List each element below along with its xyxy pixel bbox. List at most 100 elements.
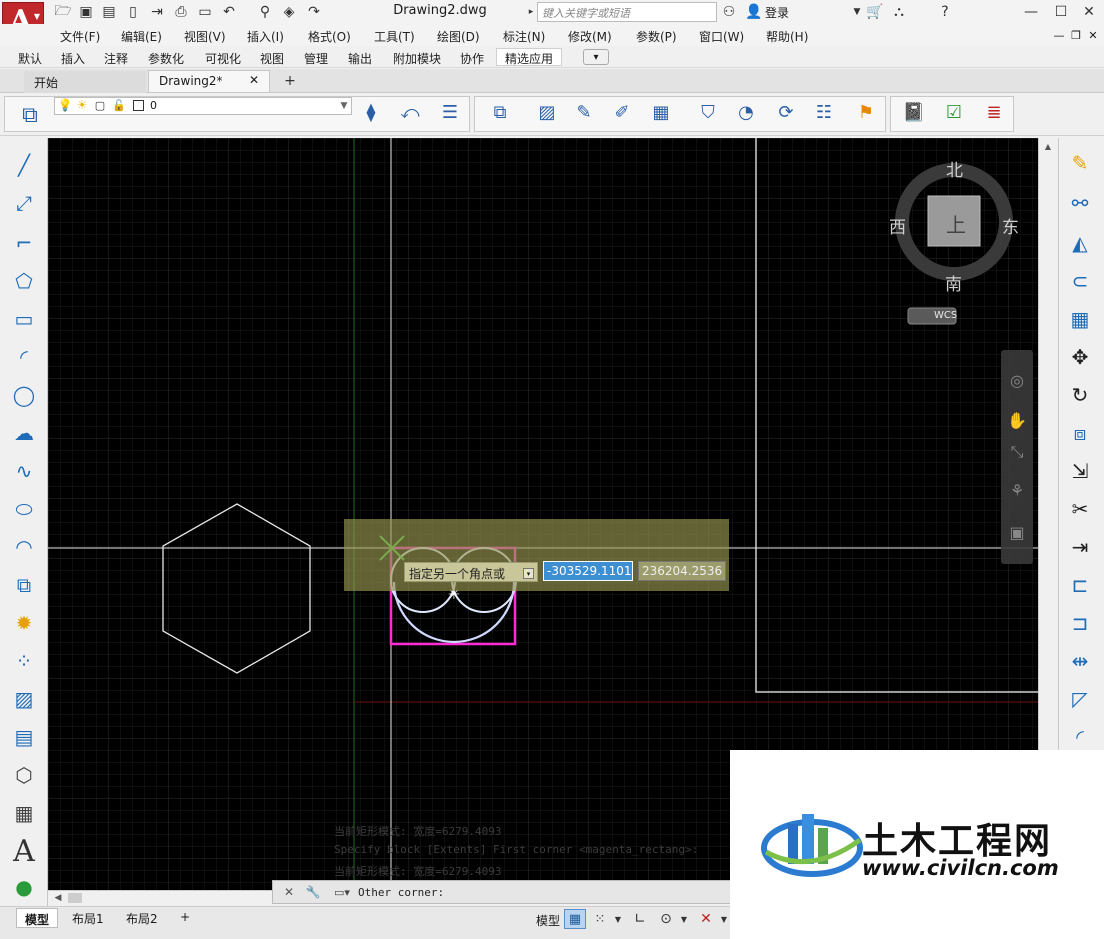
copy-icon[interactable]: ⚯ [1062, 186, 1098, 220]
save-as-icon[interactable]: ▤ [100, 3, 118, 21]
cart-icon[interactable]: 🛒 [866, 3, 884, 21]
minimize-button[interactable]: — [1016, 0, 1046, 24]
scroll-thumb[interactable] [68, 893, 82, 903]
doc-minimize-icon[interactable]: — [1052, 27, 1066, 43]
tag-edit-icon[interactable]: ⛉ [694, 98, 722, 126]
menu-draw[interactable]: 绘图(D) [437, 28, 480, 45]
layout-tab-2[interactable]: 布局2 [118, 908, 166, 928]
ribbon-toggle-icon[interactable]: ▾ [583, 49, 609, 65]
line-icon[interactable]: ╱ [6, 148, 42, 182]
menu-help[interactable]: 帮助(H) [766, 28, 808, 45]
tab-annotate[interactable]: 注释 [104, 50, 128, 67]
checklist-icon[interactable]: ☑ [940, 98, 968, 126]
move-icon[interactable]: ✥ [1062, 340, 1098, 374]
grid-edit-icon[interactable]: ▦ [647, 98, 675, 126]
refresh-tag-icon[interactable]: ⟳ [772, 98, 800, 126]
ellipse-arc-icon[interactable]: ◠ [6, 530, 42, 564]
broom-icon[interactable]: ⚑ [852, 98, 880, 126]
binoculars-icon[interactable]: ⚇ [720, 3, 738, 21]
viewcube-north[interactable]: 北 [946, 156, 963, 181]
orbit-icon[interactable]: ⚘ [1005, 478, 1029, 502]
rectangle-icon[interactable]: ▭ [6, 302, 42, 336]
new-layout-button[interactable]: + [172, 908, 198, 928]
customize-wrench-icon[interactable]: 🔧 [305, 884, 321, 900]
scroll-left-icon[interactable]: ◀ [52, 892, 64, 904]
notebook-edit-icon[interactable]: 📓 [900, 98, 928, 126]
redo-icon[interactable]: ↷ [305, 3, 323, 21]
tab-manage[interactable]: 管理 [304, 50, 328, 67]
x-coordinate-input[interactable]: -303529.1101 [543, 561, 633, 581]
plot-icon[interactable]: ⎙ [172, 3, 190, 21]
tab-collaborate[interactable]: 协作 [460, 50, 484, 67]
scale-icon[interactable]: ⧈ [1062, 416, 1098, 450]
make-block-icon[interactable]: ✹ [6, 606, 42, 640]
close-command-icon[interactable]: ✕ [282, 884, 296, 900]
steering-wheel-icon[interactable]: ◎ [1005, 368, 1029, 392]
menu-edit[interactable]: 编辑(E) [121, 28, 162, 45]
hatch-edit-icon[interactable]: ▨ [533, 98, 561, 126]
add-selected-icon[interactable]: ● [6, 870, 42, 904]
measure-icon[interactable]: ◔ [732, 98, 760, 126]
ellipse-icon[interactable]: ⬭ [6, 492, 42, 526]
pencil-arc-icon[interactable]: ✎ [570, 98, 598, 126]
scroll-up-icon[interactable]: ▲ [1041, 140, 1055, 152]
break-icon[interactable]: ⊐ [1062, 606, 1098, 640]
snap-toggle-icon[interactable]: ⁙ [590, 909, 610, 929]
doc-close-icon[interactable]: ✕ [1086, 27, 1100, 43]
join-icon[interactable]: ⇹ [1062, 644, 1098, 678]
save-icon[interactable]: ▣ [77, 3, 95, 21]
tab-addins[interactable]: 附加模块 [393, 50, 441, 67]
layer-properties-icon[interactable]: ⧉ [12, 98, 48, 132]
isodraft-dropdown-icon[interactable]: ▼ [719, 909, 729, 929]
menu-modify[interactable]: 修改(M) [568, 28, 612, 45]
table-icon[interactable]: ▦ [6, 796, 42, 830]
xline-icon[interactable]: ⤢ [6, 186, 42, 220]
isodraft-icon[interactable]: ✕ [695, 909, 717, 929]
menu-format[interactable]: 格式(O) [308, 28, 351, 45]
showmotion-icon[interactable]: ▣ [1005, 520, 1029, 544]
layers-red-icon[interactable]: ≣ [980, 98, 1008, 126]
login-link[interactable]: 登录 [765, 4, 789, 21]
make-current-layer-icon[interactable]: ⧫ [357, 98, 385, 126]
extend-icon[interactable]: ⇥ [1062, 530, 1098, 564]
doc-restore-icon[interactable]: ❐ [1069, 27, 1083, 43]
polar-icon[interactable]: ⊙ [655, 909, 677, 929]
hatch-icon[interactable]: ▨ [6, 682, 42, 716]
region-icon[interactable]: ⬡ [6, 758, 42, 792]
maximize-button[interactable]: ☐ [1046, 0, 1076, 24]
viewcube-east[interactable]: 东 [1002, 213, 1019, 238]
open-from-web-icon[interactable]: ▯ [124, 3, 142, 21]
login-dropdown-icon[interactable]: ▼ [848, 3, 866, 21]
snap-dropdown-icon[interactable]: ▼ [613, 909, 623, 929]
circle-icon[interactable]: ◯ [6, 378, 42, 412]
tab-start[interactable]: 开始 [24, 71, 146, 93]
menu-parameter[interactable]: 参数(P) [636, 28, 677, 45]
menu-window[interactable]: 窗口(W) [699, 28, 744, 45]
window-icon[interactable]: ▭ [196, 3, 214, 21]
tab-insert[interactable]: 插入 [61, 50, 85, 67]
layer-states-icon[interactable]: ☰ [436, 98, 464, 126]
pan-icon[interactable]: ✋ [1005, 408, 1029, 432]
offset-icon[interactable]: ⊂ [1062, 264, 1098, 298]
chamfer-icon[interactable]: ◸ [1062, 682, 1098, 716]
prompt-options-icon[interactable]: ▾ [523, 568, 534, 579]
trim-icon[interactable]: ✂ [1062, 492, 1098, 526]
layout-tab-1[interactable]: 布局1 [64, 908, 112, 928]
grid-toggle-icon[interactable]: ▦ [564, 909, 586, 929]
layer-previous-icon[interactable]: ⤺ [396, 98, 424, 126]
revcloud-icon[interactable]: ☁ [6, 416, 42, 450]
menu-file[interactable]: 文件(F) [60, 28, 100, 45]
model-space-label[interactable]: 模型 [536, 912, 560, 929]
layout-tab-model[interactable]: 模型 [16, 908, 59, 928]
layer-dropdown-arrow-icon[interactable]: ▼ [338, 99, 350, 113]
erase-icon[interactable]: ✎ [1062, 146, 1098, 180]
polar-dropdown-icon[interactable]: ▼ [679, 909, 689, 929]
arc-icon[interactable]: ◜ [6, 340, 42, 374]
match-icon[interactable]: ⚲ [256, 3, 274, 21]
viewcube-south[interactable]: 南 [945, 270, 962, 295]
array-icon[interactable]: ▦ [1062, 302, 1098, 336]
menu-view[interactable]: 视图(V) [184, 28, 226, 45]
pencil-curve-icon[interactable]: ✐ [608, 98, 636, 126]
mtext-icon[interactable]: A [6, 834, 42, 869]
polyline-icon[interactable]: ⌐ [6, 226, 42, 260]
